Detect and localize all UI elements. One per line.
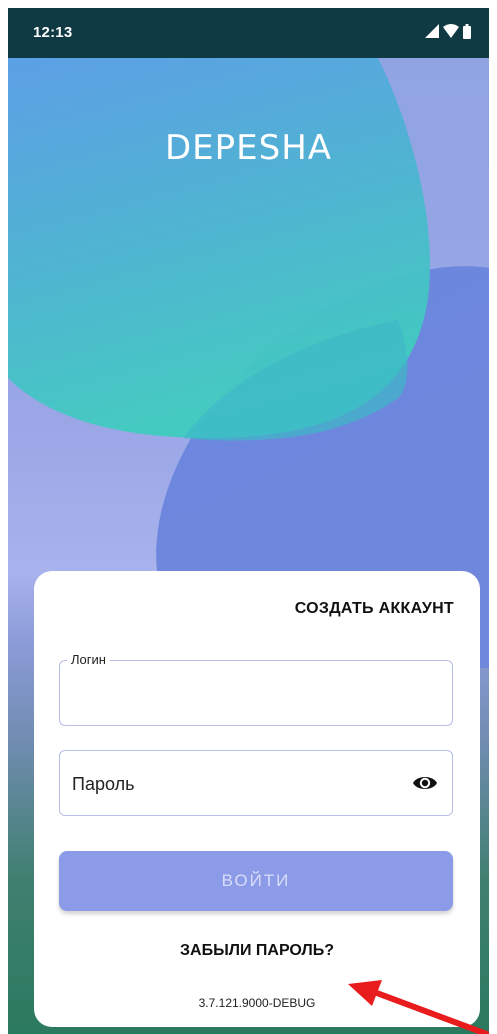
eye-icon[interactable] [412,772,438,794]
create-account-link[interactable]: СОЗДАТЬ АККАУНТ [295,600,454,618]
battery-icon [463,24,471,39]
forgot-password-link[interactable]: ЗАБЫЛИ ПАРОЛЬ? [34,942,480,960]
login-button[interactable]: ВОЙТИ [59,851,453,911]
app-title: DEPESHA [164,128,333,168]
password-input[interactable] [70,765,404,803]
status-icons [425,24,475,40]
login-card: СОЗДАТЬ АККАУНТ Логин ВОЙТИ ЗАБЫЛИ ПАРОЛ… [34,571,489,1034]
status-bar: 12:13 [8,8,489,58]
login-field[interactable]: Логин [59,652,453,726]
app-screen: 12:13 DEPESHA СОЗДАТЬ АККАУНТ Логин ВОЙТ… [8,8,489,1034]
password-field[interactable] [59,750,453,816]
login-label: Логин [67,652,110,667]
wifi-icon [443,24,459,38]
login-input[interactable] [70,675,404,713]
version-label: 3.7.121.9000-DEBUG [198,996,316,1010]
signal-icon [425,24,439,38]
status-time: 12:13 [33,24,73,41]
